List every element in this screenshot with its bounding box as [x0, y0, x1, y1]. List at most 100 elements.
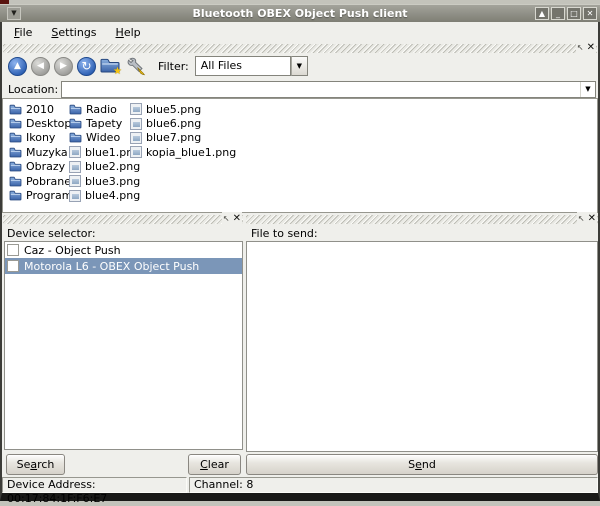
clear-button-accel: C: [200, 458, 208, 471]
image-file-icon: [130, 118, 142, 130]
file-item-label: Wideo: [86, 131, 120, 144]
clear-button-rest: lear: [208, 458, 229, 471]
file-item[interactable]: blue4.png: [69, 188, 140, 202]
location-row: Location: ▼: [2, 80, 598, 98]
device-checkbox[interactable]: [7, 260, 19, 272]
file-item[interactable]: kopia_blue1.png: [130, 145, 236, 159]
device-dock-handle[interactable]: ↖ ✕: [3, 215, 243, 224]
dock-close-icon[interactable]: ✕: [233, 214, 241, 224]
file-item-label: Obrazy: [26, 160, 65, 173]
file-item[interactable]: blue6.png: [130, 116, 236, 130]
maximize-icon[interactable]: □: [567, 7, 581, 20]
window-body: File Settings Help ↖ ✕ ▲ ◀ ▶ ↻ ★: [0, 22, 600, 501]
folder-icon: [9, 161, 22, 172]
folder-icon: [9, 176, 22, 187]
back-button[interactable]: ◀: [31, 57, 50, 76]
menu-file[interactable]: File: [11, 25, 35, 40]
send-dock-handle[interactable]: ↖ ✕: [246, 215, 598, 224]
folder-icon: [69, 132, 82, 143]
image-file-icon: [69, 161, 81, 173]
device-row-motorola[interactable]: Motorola L6 - OBEX Object Push: [5, 258, 242, 274]
search-button[interactable]: Search: [6, 454, 65, 475]
titlebar[interactable]: ▼ Bluetooth OBEX Object Push client ▲ _ …: [0, 4, 600, 22]
file-column-3: blue5.png blue6.png blue7.png kopia_blue…: [130, 102, 236, 160]
clear-button[interactable]: Clear: [188, 454, 241, 475]
minimize-icon[interactable]: _: [551, 7, 565, 20]
status-device-address: Device Address: 00:17:84:1F:F6:E7: [2, 477, 187, 493]
device-row-caz[interactable]: Caz - Object Push: [5, 242, 242, 258]
shade-icon[interactable]: ▲: [535, 7, 549, 20]
window-controls: ▲ _ □ ✕: [535, 7, 597, 20]
file-item-label: blue6.png: [146, 117, 201, 130]
device-list[interactable]: Caz - Object Push Motorola L6 - OBEX Obj…: [4, 241, 243, 450]
close-icon[interactable]: ✕: [583, 7, 597, 20]
search-button-rest: rch: [37, 458, 54, 471]
up-button[interactable]: ▲: [8, 57, 27, 76]
menu-help[interactable]: Help: [113, 25, 144, 40]
file-item[interactable]: blue5.png: [130, 102, 236, 116]
folder-icon: [9, 132, 22, 143]
file-item-label: Pobrane: [26, 175, 71, 188]
device-selector-label: Device selector:: [7, 227, 96, 240]
file-item-label: Ikony: [26, 131, 55, 144]
reload-icon: ↻: [81, 59, 91, 73]
new-folder-star-icon: ★: [113, 67, 122, 77]
status-channel: Channel: 8: [189, 477, 598, 493]
dock-float-icon[interactable]: ↖: [223, 214, 230, 224]
file-item[interactable]: blue3.png: [69, 174, 140, 188]
folder-icon: [69, 118, 82, 129]
file-to-send-area[interactable]: [246, 241, 598, 452]
file-item-label: kopia_blue1.png: [146, 146, 236, 159]
file-to-send-label: File to send:: [251, 227, 318, 240]
forward-button[interactable]: ▶: [54, 57, 73, 76]
image-file-icon: [130, 146, 142, 158]
folder-icon: [9, 190, 22, 201]
toolbar-dock-handle[interactable]: ↖ ✕: [3, 44, 597, 53]
dock-float-icon[interactable]: ↖: [578, 214, 585, 224]
window-title: Bluetooth OBEX Object Push client: [0, 7, 600, 20]
file-item-label: 2010: [26, 103, 54, 116]
filter-value: All Files: [195, 56, 291, 76]
folder-icon: [9, 104, 22, 115]
back-arrow-icon: ◀: [37, 61, 44, 71]
menu-help-rest: elp: [124, 26, 141, 39]
new-folder-button[interactable]: ★: [100, 56, 122, 76]
menu-bar: File Settings Help: [2, 22, 598, 42]
file-item[interactable]: blue2.png: [69, 160, 140, 174]
folder-icon: [9, 118, 22, 129]
image-file-icon: [69, 146, 81, 158]
image-file-icon: [130, 132, 142, 144]
filter-label: Filter:: [158, 60, 189, 73]
file-item-label: blue2.png: [85, 160, 140, 173]
file-item-label: Desktop: [26, 117, 71, 130]
wrench-pencil-icon: [126, 56, 146, 76]
image-file-icon: [69, 190, 81, 202]
filter-dropdown-icon[interactable]: ▼: [291, 56, 308, 76]
menu-settings[interactable]: Settings: [48, 25, 99, 40]
obex-client-window: ▼ Bluetooth OBEX Object Push client ▲ _ …: [0, 4, 600, 501]
menu-settings-rest: ettings: [58, 26, 96, 39]
dock-close-icon[interactable]: ✕: [587, 43, 595, 53]
file-item-label: blue5.png: [146, 103, 201, 116]
dock-float-icon[interactable]: ↖: [577, 43, 584, 53]
device-checkbox[interactable]: [7, 244, 19, 256]
send-button[interactable]: Send: [246, 454, 598, 475]
location-label: Location:: [8, 83, 61, 96]
file-browser[interactable]: 2010 Desktop Ikony Muzyka Obrazy Pobrane…: [2, 98, 598, 213]
filter-combobox[interactable]: All Files ▼: [195, 56, 308, 76]
reload-button[interactable]: ↻: [77, 57, 96, 76]
folder-icon: [69, 104, 82, 115]
send-button-rest: nd: [422, 458, 436, 471]
device-label: Caz - Object Push: [24, 244, 121, 257]
up-arrow-icon: ▲: [14, 61, 21, 71]
location-input[interactable]: [62, 82, 580, 97]
send-button-accel: e: [415, 458, 422, 471]
menu-file-rest: ile: [20, 26, 33, 39]
file-item-label: blue4.png: [85, 189, 140, 202]
file-item-label: blue3.png: [85, 175, 140, 188]
location-dropdown-icon[interactable]: ▼: [580, 82, 595, 97]
tools-button[interactable]: [126, 56, 146, 76]
file-item[interactable]: blue7.png: [130, 131, 236, 145]
file-item-label: blue7.png: [146, 131, 201, 144]
dock-close-icon[interactable]: ✕: [588, 214, 596, 224]
